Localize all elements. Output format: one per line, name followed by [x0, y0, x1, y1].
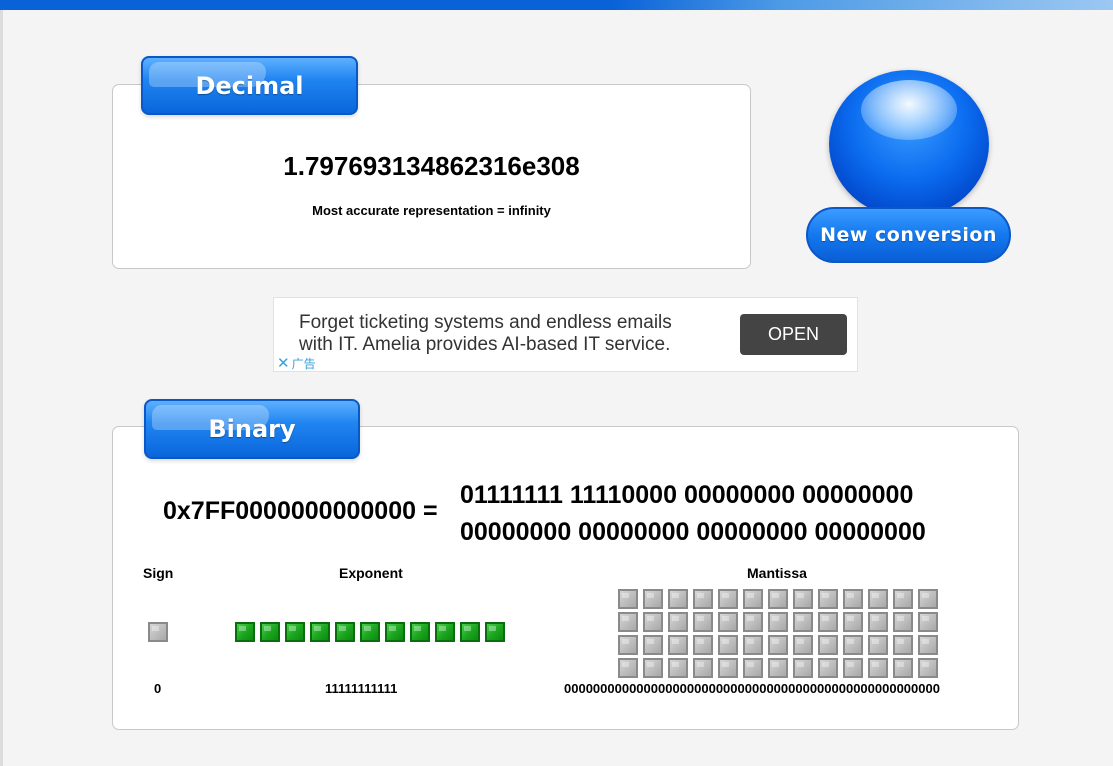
ad-banner[interactable]: Forget ticketing systems and endless ema… [273, 297, 858, 372]
binary-panel: 0x7FF0000000000000 = 01111111 11110000 0… [112, 426, 1019, 730]
exponent-value: 11111111111 [325, 681, 398, 696]
ad-label: 广告 [291, 357, 316, 371]
sign-label: Sign [143, 565, 174, 581]
bits-line-2: 00000000 00000000 00000000 00000000 [460, 518, 926, 546]
mantissa-bit[interactable] [768, 658, 788, 678]
ad-text-line1: Forget ticketing systems and endless ema… [299, 312, 672, 333]
exponent-bit[interactable] [460, 622, 480, 642]
exponent-bit[interactable] [335, 622, 355, 642]
mantissa-bit[interactable] [618, 635, 638, 655]
exponent-bit[interactable] [310, 622, 330, 642]
mantissa-bit[interactable] [918, 635, 938, 655]
mantissa-bit[interactable] [893, 612, 913, 632]
mantissa-label: Mantissa [747, 565, 807, 581]
ad-text: Forget ticketing systems and endless ema… [299, 312, 729, 356]
mantissa-bit[interactable] [743, 612, 763, 632]
mantissa-bit[interactable] [643, 589, 663, 609]
mantissa-bit[interactable] [793, 635, 813, 655]
exponent-bit[interactable] [260, 622, 280, 642]
mantissa-bit[interactable] [768, 635, 788, 655]
mantissa-bit[interactable] [893, 589, 913, 609]
binary-tab-label: Binary [208, 415, 296, 443]
accuracy-note: Most accurate representation = infinity [312, 203, 551, 218]
mantissa-bit[interactable] [793, 612, 813, 632]
mantissa-bit[interactable] [618, 612, 638, 632]
exponent-bit[interactable] [435, 622, 455, 642]
mantissa-bit[interactable] [718, 635, 738, 655]
mantissa-bit[interactable] [668, 658, 688, 678]
mantissa-bit[interactable] [893, 658, 913, 678]
mantissa-bit[interactable] [843, 589, 863, 609]
ad-close-button[interactable]: ✕ 广告 [277, 354, 316, 372]
mantissa-bit[interactable] [618, 589, 638, 609]
exponent-bit[interactable] [360, 622, 380, 642]
mantissa-bit[interactable] [843, 635, 863, 655]
exponent-bit[interactable] [485, 622, 505, 642]
exponent-bit[interactable] [410, 622, 430, 642]
bits-block: 01111111 11110000 00000000 00000000 0000… [460, 477, 926, 551]
mantissa-bit[interactable] [693, 635, 713, 655]
bits-line-1: 01111111 11110000 00000000 00000000 [460, 481, 914, 509]
mantissa-value: 0000000000000000000000000000000000000000… [564, 681, 940, 696]
mantissa-bit[interactable] [818, 635, 838, 655]
mantissa-bit[interactable] [893, 635, 913, 655]
left-border [0, 10, 3, 766]
mantissa-bit[interactable] [743, 635, 763, 655]
mantissa-bit[interactable] [918, 612, 938, 632]
hex-value: 0x7FF0000000000000 = [163, 497, 438, 525]
new-conversion-label[interactable]: New conversion [806, 207, 1011, 263]
mantissa-bit[interactable] [693, 658, 713, 678]
ad-text-line2: with IT. Amelia provides AI-based IT ser… [299, 334, 671, 355]
mantissa-bit[interactable] [843, 658, 863, 678]
mantissa-bit[interactable] [718, 658, 738, 678]
mantissa-bit[interactable] [768, 589, 788, 609]
mantissa-bit[interactable] [718, 612, 738, 632]
mantissa-bit[interactable] [668, 635, 688, 655]
new-conversion-button[interactable]: New conversion [806, 70, 1011, 265]
decimal-value: 1.797693134862316e308 [283, 151, 580, 181]
top-bar [0, 0, 1113, 10]
mantissa-bit[interactable] [793, 589, 813, 609]
close-icon[interactable]: ✕ [277, 354, 290, 372]
mantissa-bit[interactable] [868, 612, 888, 632]
mantissa-bit[interactable] [743, 589, 763, 609]
mantissa-bit[interactable] [643, 658, 663, 678]
mantissa-bit[interactable] [843, 612, 863, 632]
mantissa-bit[interactable] [818, 612, 838, 632]
mantissa-bit[interactable] [868, 589, 888, 609]
mantissa-bit[interactable] [718, 589, 738, 609]
mantissa-bit[interactable] [693, 612, 713, 632]
mantissa-bit[interactable] [793, 658, 813, 678]
mantissa-bit[interactable] [918, 658, 938, 678]
mantissa-bit[interactable] [868, 635, 888, 655]
mantissa-bit[interactable] [693, 589, 713, 609]
mantissa-bit[interactable] [618, 658, 638, 678]
mantissa-bit[interactable] [768, 612, 788, 632]
mantissa-bit[interactable] [643, 612, 663, 632]
sign-bit[interactable] [148, 622, 168, 642]
ad-open-button[interactable]: OPEN [740, 314, 847, 355]
binary-tab: Binary [144, 399, 360, 459]
mantissa-bit[interactable] [743, 658, 763, 678]
decimal-tab: Decimal [141, 56, 358, 115]
mantissa-bit[interactable] [818, 589, 838, 609]
decimal-tab-label: Decimal [195, 71, 304, 100]
exponent-label: Exponent [339, 565, 403, 581]
exponent-bit[interactable] [385, 622, 405, 642]
exponent-bit[interactable] [285, 622, 305, 642]
mantissa-bit[interactable] [668, 589, 688, 609]
mantissa-bit[interactable] [668, 612, 688, 632]
mantissa-bit[interactable] [868, 658, 888, 678]
exponent-bit[interactable] [235, 622, 255, 642]
mantissa-bit[interactable] [918, 589, 938, 609]
sign-value: 0 [154, 681, 162, 696]
globe-icon[interactable] [829, 70, 989, 218]
mantissa-bit[interactable] [818, 658, 838, 678]
mantissa-bit[interactable] [643, 635, 663, 655]
